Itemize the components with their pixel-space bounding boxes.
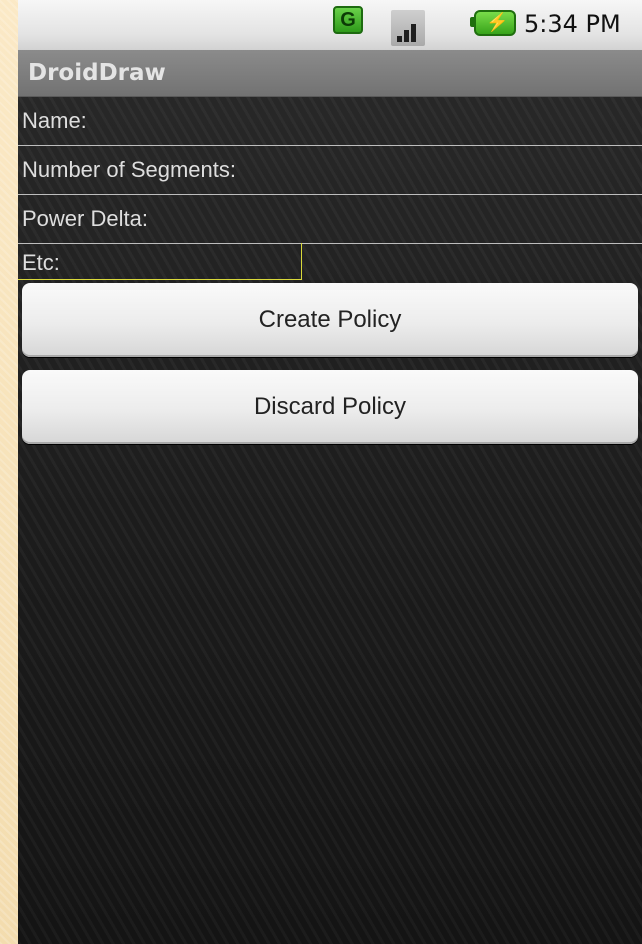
name-label: Name:: [22, 108, 87, 133]
discard-policy-button[interactable]: Discard Policy: [22, 370, 638, 444]
app-title: DroidDraw: [28, 60, 166, 86]
signal-bars-icon: [391, 10, 425, 46]
segments-label: Number of Segments:: [22, 157, 236, 182]
network-badge-label: G: [340, 8, 356, 31]
segments-field[interactable]: Number of Segments:: [18, 146, 642, 195]
power-delta-field[interactable]: Power Delta:: [18, 195, 642, 244]
name-field[interactable]: Name:: [18, 97, 642, 146]
power-delta-label: Power Delta:: [22, 206, 148, 231]
device-screen: G ⚡ 5:34 PM DroidDraw Name: Number of Se…: [18, 0, 642, 944]
status-clock: 5:34 PM: [524, 10, 621, 38]
battery-charging-icon: ⚡: [470, 10, 516, 36]
app-title-bar: DroidDraw: [18, 50, 642, 97]
create-policy-button[interactable]: Create Policy: [22, 283, 638, 357]
status-bar: G ⚡ 5:34 PM: [18, 0, 642, 51]
etc-focus-outline: [18, 243, 302, 280]
network-g-icon: G: [333, 6, 363, 34]
